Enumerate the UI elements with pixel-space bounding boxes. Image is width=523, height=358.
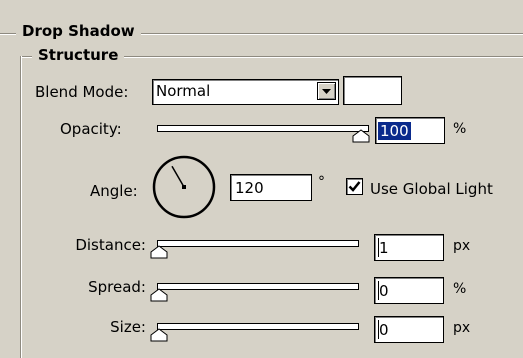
opacity-unit: % — [453, 121, 467, 137]
drop-shadow-title: Drop Shadow — [16, 22, 141, 40]
spread-value: 0 — [379, 282, 389, 300]
size-unit: px — [453, 320, 471, 336]
angle-label: Angle: — [90, 182, 138, 200]
opacity-label: Opacity: — [60, 120, 122, 138]
structure-frame-left — [20, 56, 22, 358]
size-value: 0 — [379, 321, 389, 339]
opacity-input[interactable]: 100 — [375, 117, 445, 144]
blend-mode-select[interactable]: Normal — [152, 79, 339, 105]
blend-mode-label: Blend Mode: — [35, 83, 129, 101]
spread-input[interactable]: 0 — [374, 277, 444, 304]
spread-slider-track[interactable] — [157, 283, 359, 290]
distance-slider-thumb[interactable] — [150, 245, 168, 259]
blend-mode-value: Normal — [156, 82, 211, 100]
shadow-color-swatch[interactable] — [343, 76, 402, 105]
distance-unit: px — [453, 238, 471, 254]
spread-label: Spread: — [88, 278, 146, 296]
size-slider-thumb[interactable] — [150, 328, 168, 342]
opacity-slider-track[interactable] — [157, 125, 369, 132]
angle-input[interactable]: 120 — [230, 174, 312, 201]
distance-input[interactable]: 1 — [374, 234, 444, 261]
size-input[interactable]: 0 — [374, 316, 444, 343]
distance-value: 1 — [379, 239, 389, 257]
checkmark-icon — [348, 181, 361, 192]
angle-value: 120 — [235, 179, 264, 197]
spread-slider-thumb[interactable] — [150, 288, 168, 302]
size-label: Size: — [110, 318, 146, 336]
angle-unit: ° — [318, 174, 325, 190]
distance-slider-track[interactable] — [157, 240, 359, 247]
chevron-down-icon[interactable] — [317, 82, 336, 100]
distance-label: Distance: — [75, 236, 146, 254]
spread-unit: % — [453, 281, 467, 297]
structure-title: Structure — [32, 46, 125, 64]
angle-dial[interactable] — [151, 154, 217, 220]
opacity-value: 100 — [378, 122, 411, 140]
use-global-light-label[interactable]: Use Global Light — [370, 180, 493, 198]
size-slider-track[interactable] — [157, 323, 359, 330]
use-global-light-checkbox[interactable] — [346, 178, 363, 195]
opacity-slider-thumb[interactable] — [352, 129, 370, 143]
